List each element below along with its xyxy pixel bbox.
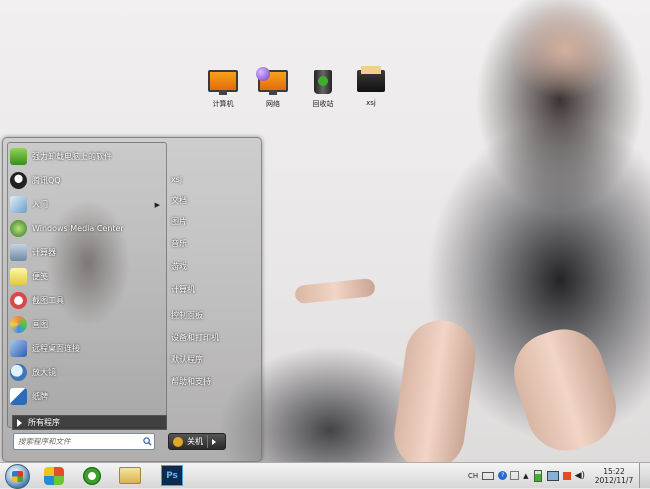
desktop-icon-label: 回收站 (312, 100, 334, 108)
program-item-magnifier[interactable]: 放大镜 (10, 362, 160, 383)
clock-date: 2012/11/7 (594, 475, 634, 485)
uninstall-icon (10, 148, 27, 165)
right-item-control-panel[interactable]: 控制面板 (171, 308, 251, 324)
solitaire-icon (10, 388, 27, 405)
shutdown-button[interactable]: 关机 (168, 433, 226, 450)
desktop-icon-label: 网络 (266, 100, 280, 108)
taskbar-media-player[interactable] (36, 464, 72, 487)
desktop-icon-label: xsj (366, 99, 376, 107)
clock-time: 15:22 (603, 466, 625, 476)
program-item-solitaire[interactable]: 纸牌 (10, 386, 160, 407)
paint-icon (10, 316, 27, 333)
program-label: 强力卸载电脑上的软件 (32, 152, 112, 161)
submenu-arrow-icon: ▶ (154, 200, 160, 209)
wallpaper-figure-arm (294, 277, 376, 305)
program-label: 远程桌面连接 (32, 344, 80, 353)
language-indicator[interactable]: CH (468, 472, 478, 480)
shutdown-label: 关机 (187, 437, 203, 446)
program-item-paint[interactable]: 画图 (10, 314, 160, 335)
folder-icon (356, 66, 386, 96)
getting-started-icon (10, 196, 27, 213)
battery-icon[interactable] (533, 469, 542, 482)
taskbar-photoshop[interactable]: Ps (154, 464, 190, 487)
ie-icon (83, 466, 101, 485)
media-center-icon (10, 220, 27, 237)
photoshop-icon: Ps (161, 465, 183, 486)
start-menu-right-pane: xsj 文档 图片 音乐 游戏 计算机 控制面板 设备和打印机 默认程序 帮助和… (169, 142, 257, 426)
program-item-media-center[interactable]: Windows Media Center (10, 218, 160, 239)
right-item-devices-printers[interactable]: 设备和打印机 (171, 330, 251, 346)
program-item-qq[interactable]: 腾讯QQ (10, 170, 160, 191)
desktop-icon-recycle-bin[interactable]: 回收站 (298, 70, 348, 109)
program-item-snipping-tool[interactable]: 截图工具 (10, 290, 160, 311)
help-icon[interactable]: ? (498, 471, 508, 480)
system-tray: CH ? ▲ ◀) 15:22 2012/11/7 (468, 463, 650, 488)
wallpaper-figure (389, 315, 481, 475)
magnifier-icon (10, 364, 27, 381)
right-item-help-support[interactable]: 帮助和支持 (171, 374, 251, 390)
taskbar: Ps CH ? ▲ ◀) 15:22 2012/11/7 (0, 462, 650, 489)
program-label: 画图 (32, 320, 48, 329)
right-item-default-programs[interactable]: 默认程序 (171, 352, 251, 368)
play-arrow-icon (17, 418, 22, 427)
search-placeholder: 搜索程序和文件 (18, 437, 71, 446)
right-item-documents[interactable]: 文档 (171, 193, 251, 209)
volume-icon[interactable]: ◀) (575, 471, 585, 481)
sticky-notes-icon (10, 268, 27, 285)
program-item-sticky-notes[interactable]: 便笺 (10, 266, 160, 287)
keyboard-icon[interactable] (482, 471, 495, 480)
folder-icon (119, 467, 141, 484)
program-item-uninstaller[interactable]: 强力卸载电脑上的软件 (10, 146, 160, 167)
program-label: 放大镜 (32, 368, 56, 377)
all-programs-button[interactable]: 所有程序 (12, 415, 167, 430)
program-label: 入门 (32, 200, 48, 209)
shutdown-options-arrow-icon[interactable] (212, 438, 216, 445)
search-icon[interactable] (140, 435, 154, 448)
snipping-tool-icon (10, 292, 27, 309)
right-item-pictures[interactable]: 图片 (171, 214, 251, 230)
right-item-music[interactable]: 音乐 (171, 236, 251, 252)
program-label: Windows Media Center (32, 224, 124, 233)
media-player-icon (44, 466, 64, 485)
wallpaper-figure-2 (503, 319, 627, 461)
desktop-icon-computer[interactable]: 计算机 (198, 70, 248, 109)
taskbar-explorer[interactable] (112, 464, 148, 487)
monitor-icon[interactable] (546, 470, 559, 481)
recycle-bin-icon (308, 70, 338, 96)
action-center-flag-icon[interactable] (562, 471, 571, 480)
program-item-getting-started[interactable]: 入门 ▶ (10, 194, 160, 215)
clock[interactable]: 15:22 2012/11/7 (589, 467, 639, 485)
program-label: 便笺 (32, 272, 48, 281)
start-menu-program-list: 强力卸载电脑上的软件 腾讯QQ 入门 ▶ Windows Media Cente… (7, 142, 167, 430)
options-icon[interactable] (510, 471, 520, 480)
show-desktop-button[interactable] (639, 463, 650, 488)
shutdown-divider (207, 435, 208, 448)
right-item-user-folder[interactable]: xsj (171, 172, 251, 188)
show-hidden-icons-icon[interactable]: ▲ (523, 472, 528, 480)
program-item-calculator[interactable]: 计算器 (10, 242, 160, 263)
program-label: 计算器 (32, 248, 56, 257)
start-menu: 强力卸载电脑上的软件 腾讯QQ 入门 ▶ Windows Media Cente… (2, 137, 262, 462)
qq-penguin-icon (10, 172, 27, 189)
desktop-icon-label: 计算机 (212, 100, 234, 108)
shield-icon (173, 436, 183, 447)
network-icon (256, 67, 288, 96)
desktop-icon-folder[interactable]: xsj (346, 66, 396, 107)
calculator-icon (10, 244, 27, 261)
program-item-remote-desktop[interactable]: 远程桌面连接 (10, 338, 160, 359)
start-button[interactable] (5, 464, 30, 489)
right-item-computer[interactable]: 计算机 (171, 282, 251, 298)
program-label: 截图工具 (32, 296, 64, 305)
right-item-games[interactable]: 游戏 (171, 259, 251, 275)
desktop-icon-network[interactable]: 网络 (248, 67, 298, 109)
program-label: 腾讯QQ (32, 176, 61, 185)
taskbar-internet-explorer[interactable] (74, 464, 110, 487)
computer-icon (208, 70, 238, 96)
search-input[interactable]: 搜索程序和文件 (13, 433, 155, 450)
all-programs-label: 所有程序 (28, 418, 60, 427)
program-label: 纸牌 (32, 392, 48, 401)
remote-desktop-icon (10, 340, 27, 357)
